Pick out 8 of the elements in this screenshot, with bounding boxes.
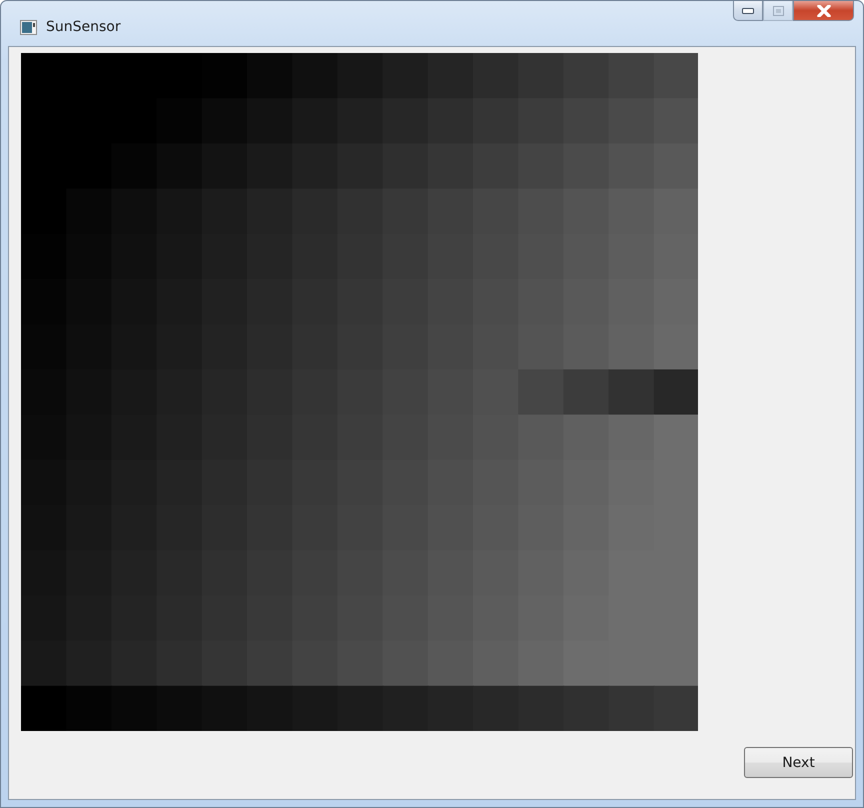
next-button[interactable]: Next [744,747,853,778]
maximize-icon [772,6,784,16]
window-title: SunSensor [46,19,121,35]
app-icon [20,20,37,34]
close-button[interactable] [793,1,854,21]
close-icon [816,4,830,16]
minimize-button[interactable] [733,1,763,21]
minimize-icon [742,8,754,14]
